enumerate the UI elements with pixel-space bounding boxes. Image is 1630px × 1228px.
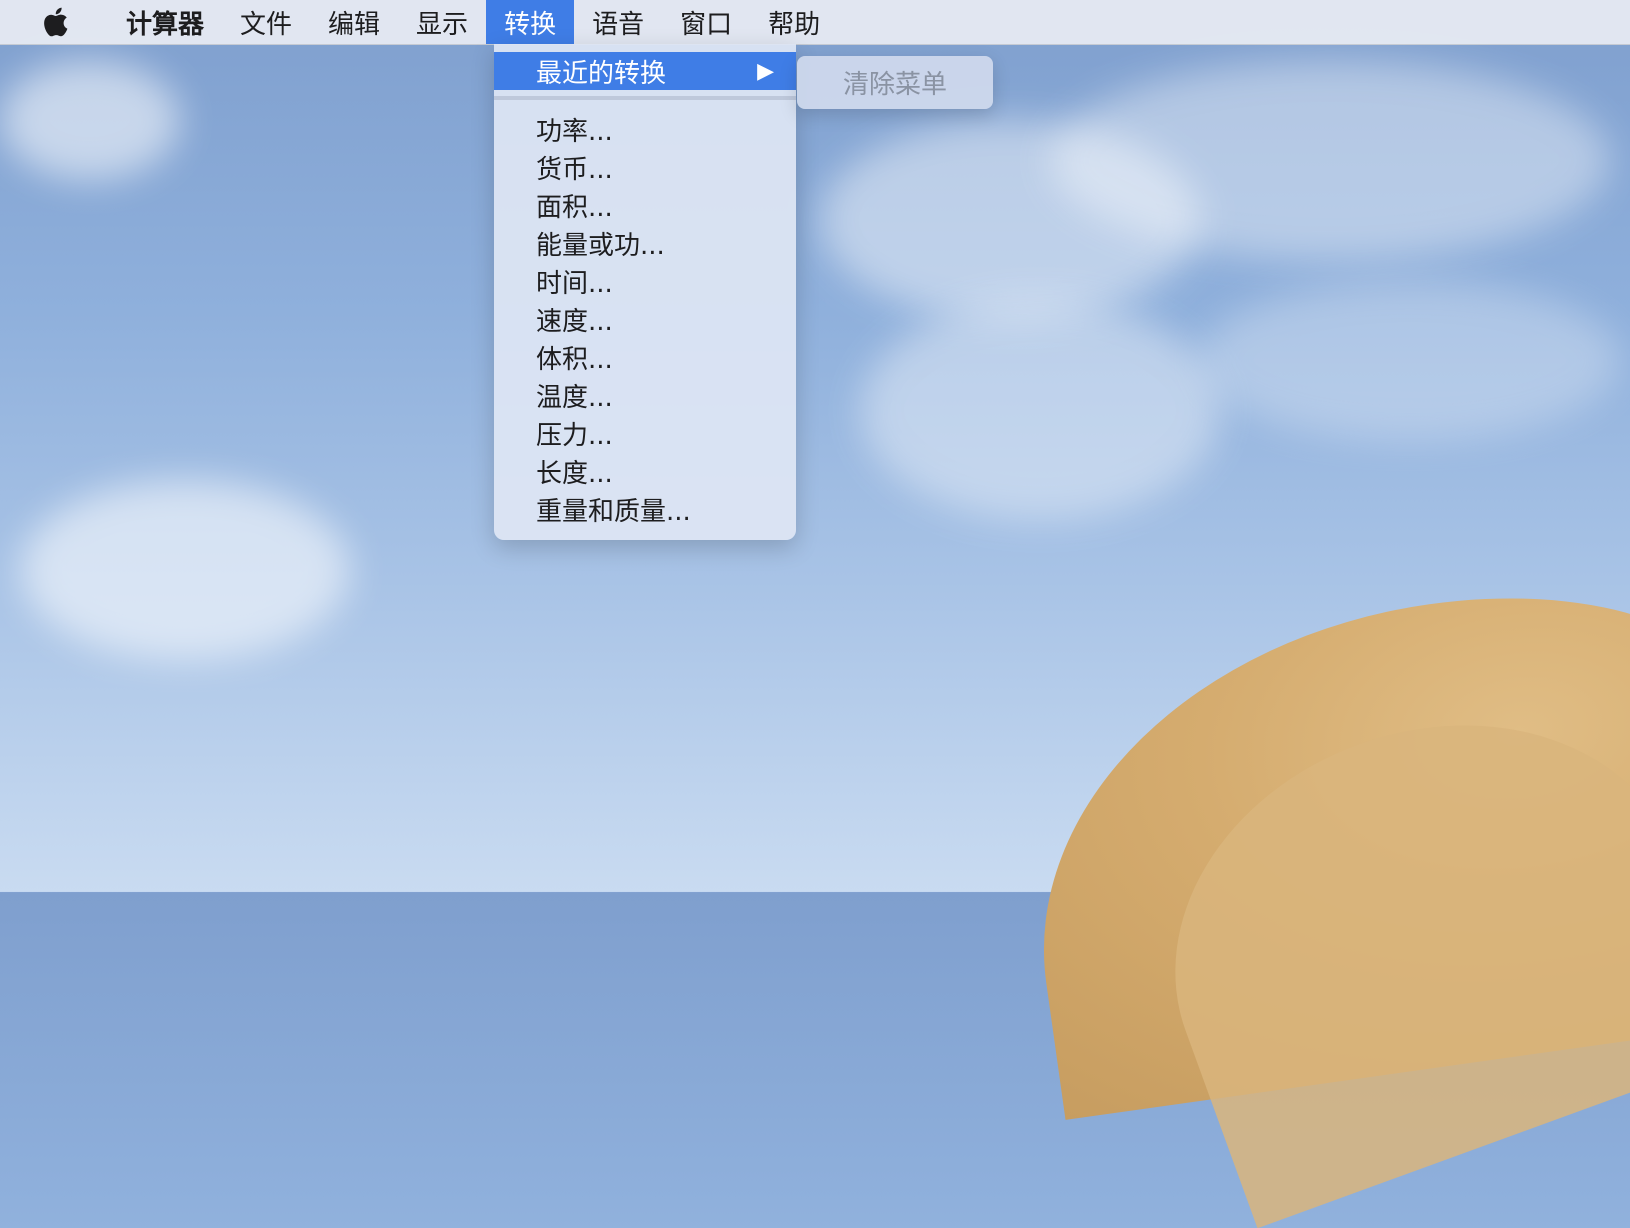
menu-bar: 计算器 文件 编辑 显示 转换 语音 窗口 帮助 — [0, 0, 1630, 45]
menu-item-recent-conversions[interactable]: 最近的转换 ▶ — [494, 52, 796, 90]
menu-calculator[interactable]: 计算器 — [108, 0, 222, 44]
menu-speech[interactable]: 语音 — [574, 0, 662, 44]
menu-item-energy-or-work[interactable]: 能量或功... — [494, 224, 796, 262]
menu-separator — [494, 96, 796, 100]
clear-menu-item: 清除菜单 — [842, 70, 947, 100]
cloud — [1200, 280, 1620, 440]
cloud — [860, 300, 1220, 520]
submenu-arrow-icon: ▶ — [757, 58, 774, 84]
menu-item-area[interactable]: 面积... — [494, 186, 796, 224]
menu-item-power[interactable]: 功率... — [494, 110, 796, 148]
menu-item-pressure[interactable]: 压力... — [494, 414, 796, 452]
menu-window[interactable]: 窗口 — [662, 0, 750, 44]
menu-item-length[interactable]: 长度... — [494, 452, 796, 490]
menu-file[interactable]: 文件 — [222, 0, 310, 44]
recent-conversions-submenu: 清除菜单 — [797, 56, 993, 109]
cloud — [0, 60, 180, 180]
menu-item-volume[interactable]: 体积... — [494, 338, 796, 376]
cloud — [20, 480, 350, 660]
menu-help[interactable]: 帮助 — [750, 0, 838, 44]
apple-logo-icon[interactable] — [0, 0, 108, 44]
menu-item-label: 最近的转换 — [536, 58, 667, 89]
menu-edit[interactable]: 编辑 — [310, 0, 398, 44]
menu-item-currency[interactable]: 货币... — [494, 148, 796, 186]
menu-item-weight-and-mass[interactable]: 重量和质量... — [494, 490, 796, 528]
cloud — [1050, 60, 1610, 260]
convert-dropdown-menu: 最近的转换 ▶ 功率... 货币... 面积... 能量或功... 时间... … — [494, 44, 796, 540]
menu-view[interactable]: 显示 — [398, 0, 486, 44]
menu-item-speed[interactable]: 速度... — [494, 300, 796, 338]
menu-item-temperature[interactable]: 温度... — [494, 376, 796, 414]
menu-convert[interactable]: 转换 — [486, 0, 575, 44]
menu-item-time[interactable]: 时间... — [494, 262, 796, 300]
